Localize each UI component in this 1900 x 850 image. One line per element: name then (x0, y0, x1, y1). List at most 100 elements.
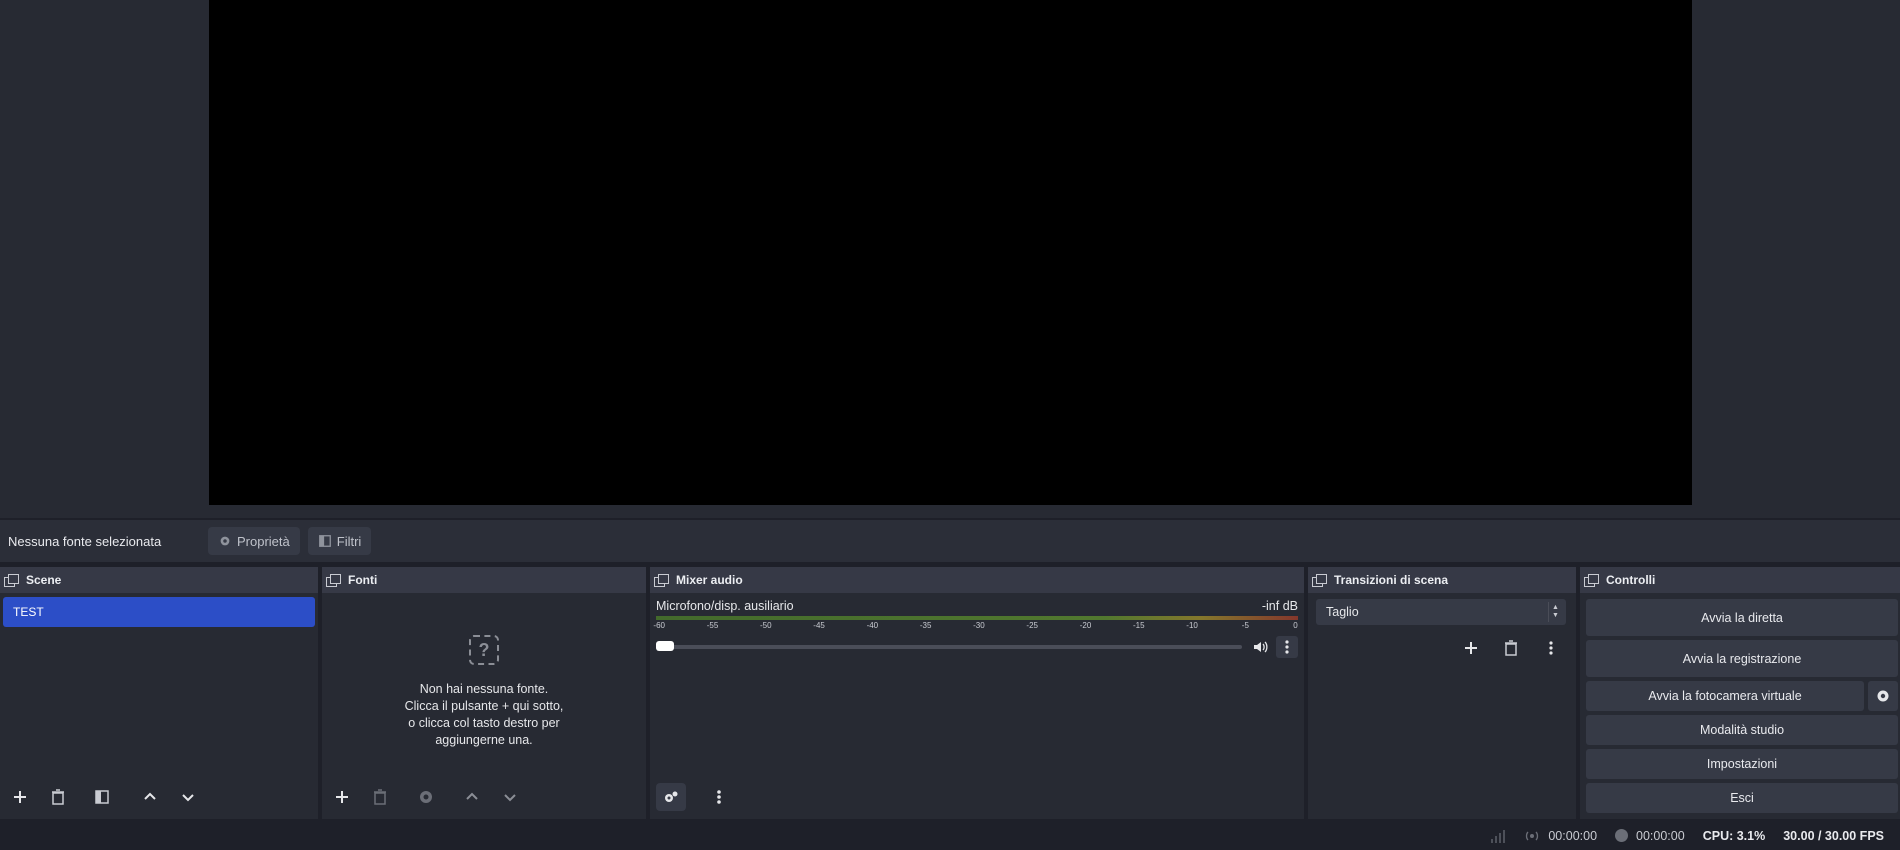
preview-canvas[interactable] (209, 0, 1692, 505)
tick-label: -25 (1026, 621, 1038, 630)
settings-button[interactable]: Impostazioni (1586, 749, 1898, 779)
undock-icon[interactable] (326, 574, 341, 587)
tick-label: -40 (866, 621, 879, 630)
channel-menu-button[interactable] (1276, 636, 1298, 658)
fps-readout: 30.00 / 30.00 FPS (1783, 828, 1884, 843)
trash-icon (1505, 640, 1517, 656)
move-scene-up-button[interactable] (135, 783, 165, 811)
tick-label: -45 (813, 621, 825, 630)
move-source-down-button[interactable] (495, 783, 525, 811)
tick-label: -60 (653, 621, 665, 630)
record-dot-icon (1615, 829, 1629, 842)
more-vertical-icon (1285, 640, 1289, 654)
obs-main-window: Nessuna fonte selezionata Proprietà Filt… (0, 0, 1900, 850)
stream-status: 00:00:00 (1524, 829, 1597, 843)
filter-icon (95, 790, 109, 804)
channel-level: -inf dB (1261, 599, 1298, 613)
scene-item-test[interactable]: TEST (3, 597, 315, 627)
undock-icon[interactable] (654, 574, 669, 587)
undock-icon[interactable] (1584, 574, 1599, 587)
source-properties-button[interactable] (411, 783, 441, 811)
updown-icon: ▲ ▼ (1548, 602, 1562, 622)
sources-dock: Fonti ? Non hai nessuna fonte. Clicca il… (322, 567, 646, 819)
speaker-icon[interactable] (1252, 639, 1268, 655)
plus-icon (14, 791, 26, 803)
status-bar: 00:00:00 00:00:00 CPU: 3.1% 30.00 / 30.0… (0, 821, 1900, 850)
tick-label: 0 (1293, 621, 1298, 630)
trash-icon (374, 789, 386, 805)
gear-icon (420, 791, 432, 803)
empty-sources-text: Non hai nessuna fonte. Clicca il pulsant… (322, 681, 646, 749)
stream-time: 00:00:00 (1548, 828, 1598, 843)
mixer-toolbar (650, 783, 1304, 811)
no-source-selected-label: Nessuna fonte selezionata (8, 533, 162, 549)
remove-transition-button[interactable] (1496, 634, 1526, 662)
properties-label: Proprietà (237, 533, 290, 549)
tick-label: -55 (706, 621, 719, 630)
gear-icon (220, 536, 230, 546)
volume-slider-handle[interactable] (656, 641, 674, 651)
start-recording-button[interactable]: Avvia la registrazione (1586, 640, 1898, 677)
controls-title: Controlli (1606, 573, 1656, 587)
mixer-dock-header: Mixer audio (650, 567, 1304, 593)
transition-menu-button[interactable] (1536, 634, 1566, 662)
tick-label: -20 (1079, 621, 1092, 630)
chevron-up-icon (466, 792, 478, 800)
meter-ticks: -60 -55 -50 -45 -40 -35 -30 -25 -20 -15 … (653, 621, 1298, 633)
empty-sources-placeholder: ? Non hai nessuna fonte. Clicca il pulsa… (322, 635, 646, 749)
advanced-audio-button[interactable] (656, 783, 686, 811)
chevron-up-icon (144, 792, 156, 800)
network-status (1490, 829, 1506, 843)
move-scene-down-button[interactable] (173, 783, 203, 811)
scene-filters-button[interactable] (87, 783, 117, 811)
controls-dock-header: Controlli (1580, 567, 1900, 593)
tick-label: -35 (919, 621, 932, 630)
gear-icon (1877, 690, 1889, 702)
exit-button[interactable]: Esci (1586, 783, 1898, 813)
channel-name: Microfono/disp. ausiliario (656, 599, 794, 613)
scene-transitions-dock: Transizioni di scena Taglio ▲ ▼ (1308, 567, 1576, 819)
tick-label: -5 (1241, 621, 1249, 630)
empty-line: Clicca il pulsante + qui sotto, (404, 699, 564, 713)
scenes-dock-header: Scene (0, 567, 318, 593)
move-source-up-button[interactable] (457, 783, 487, 811)
sources-dock-header: Fonti (322, 567, 646, 593)
volume-meter (656, 616, 1298, 620)
scenes-dock: Scene TEST (0, 567, 318, 819)
add-source-button[interactable] (327, 783, 357, 811)
mixer-channel: Microfono/disp. ausiliario -inf dB -60 -… (650, 593, 1304, 659)
sources-toolbar (322, 783, 646, 811)
gears-icon (665, 791, 678, 802)
transitions-title: Transizioni di scena (1334, 573, 1449, 587)
add-transition-button[interactable] (1456, 634, 1486, 662)
more-vertical-icon (717, 790, 721, 804)
studio-mode-button[interactable]: Modalità studio (1586, 715, 1898, 745)
remove-source-button[interactable] (365, 783, 395, 811)
filters-button[interactable]: Filtri (307, 527, 372, 555)
scenes-title: Scene (26, 573, 62, 587)
undock-icon[interactable] (1312, 574, 1327, 587)
remove-scene-button[interactable] (43, 783, 73, 811)
tick-label: -50 (760, 621, 772, 630)
start-stream-button[interactable]: Avvia la diretta (1586, 599, 1898, 636)
preview-area (0, 0, 1900, 518)
virtual-camera-settings-button[interactable] (1868, 681, 1898, 711)
plus-icon (336, 791, 348, 803)
controls-list: Avvia la diretta Avvia la registrazione … (1580, 593, 1900, 813)
scene-item-label: TEST (13, 605, 44, 619)
properties-button[interactable]: Proprietà (208, 527, 300, 555)
tick-label: -15 (1133, 621, 1145, 630)
undock-icon[interactable] (4, 574, 19, 587)
filter-icon (318, 535, 331, 547)
tick-label: -10 (1186, 621, 1198, 630)
chevron-down-icon (182, 794, 194, 802)
start-virtual-camera-button[interactable]: Avvia la fotocamera virtuale (1586, 681, 1864, 711)
add-scene-button[interactable] (5, 783, 35, 811)
trash-icon (52, 789, 64, 805)
mixer-menu-button[interactable] (704, 783, 734, 811)
transition-select[interactable]: Taglio ▲ ▼ (1316, 599, 1566, 625)
source-context-bar: Nessuna fonte selezionata Proprietà Filt… (0, 520, 1900, 562)
transition-selected: Taglio (1326, 605, 1359, 619)
record-time: 00:00:00 (1636, 828, 1685, 843)
volume-slider[interactable] (656, 641, 1242, 651)
